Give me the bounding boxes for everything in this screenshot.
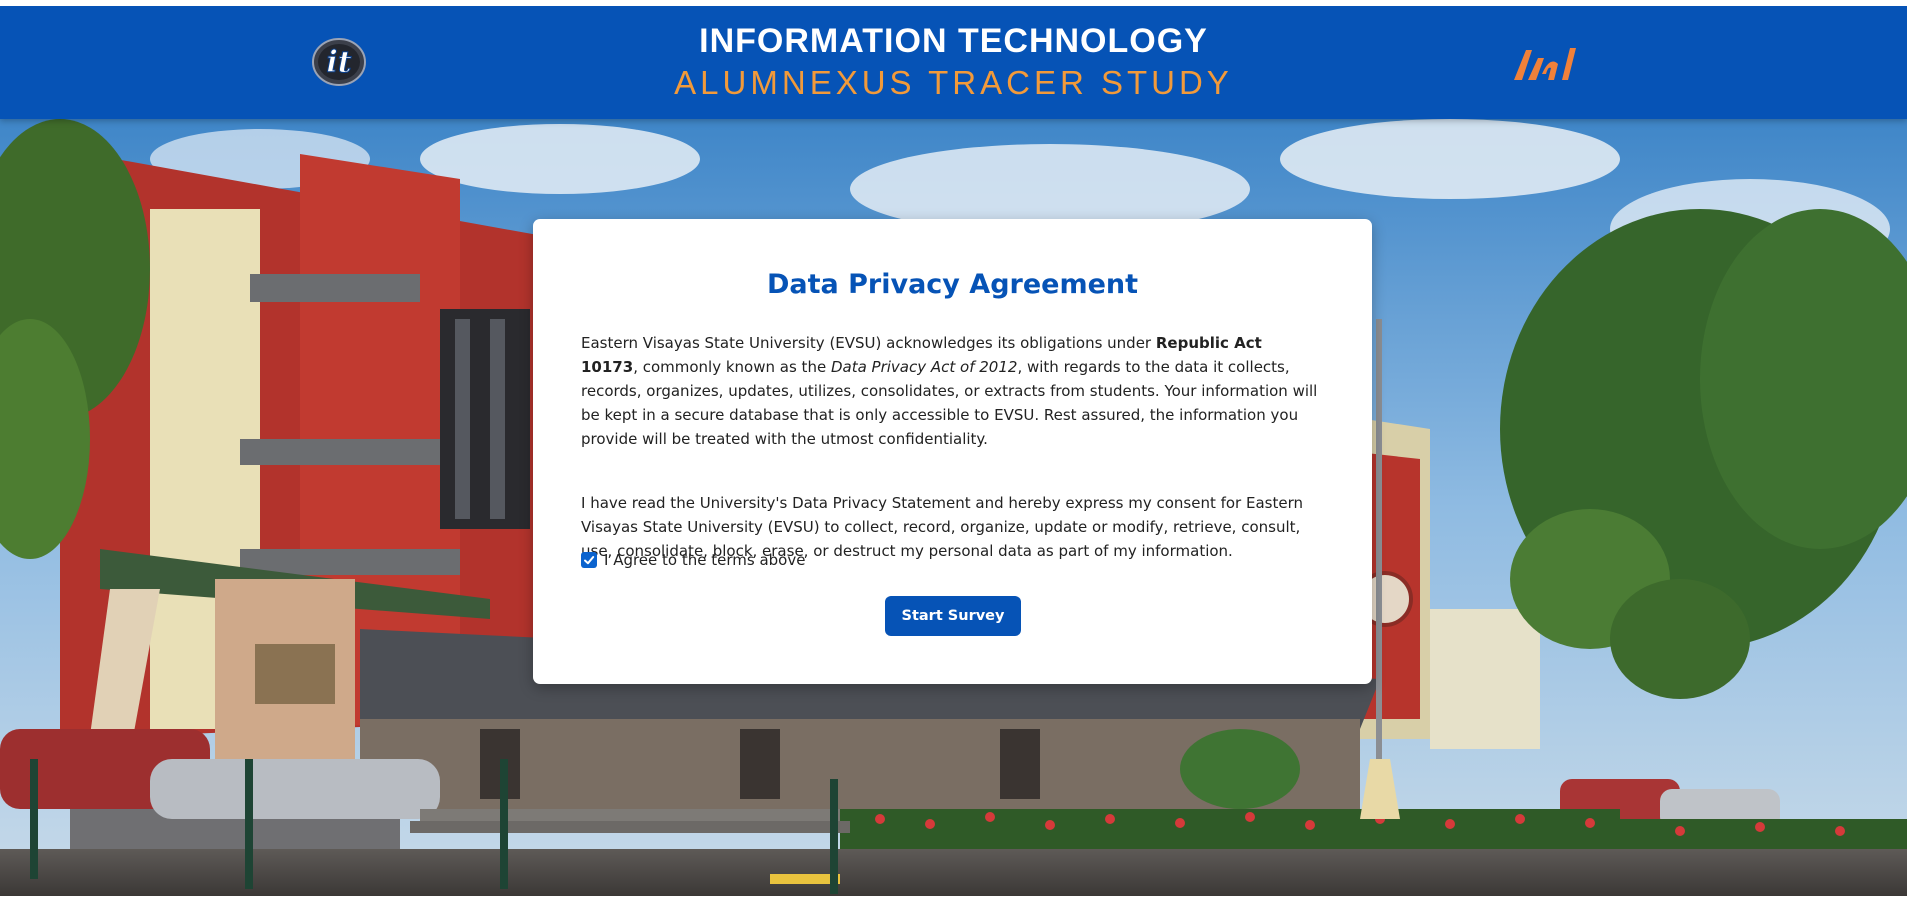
alumnexus-logo-icon [1512,44,1580,84]
header-bar: it INFORMATION TECHNOLOGY ALUMNEXUS TRAC… [0,6,1907,119]
privacy-act-name: Data Privacy Act of 2012 [830,358,1018,376]
paragraph-1-text-a: Eastern Visayas State University (EVSU) … [581,334,1156,352]
privacy-paragraph-1: Eastern Visayas State University (EVSU) … [581,331,1323,451]
start-survey-button[interactable]: Start Survey [885,596,1021,636]
agree-checkbox-row[interactable]: I Agree to the terms above [581,551,805,569]
paragraph-1-text-b: , commonly known as the [633,358,831,376]
privacy-agreement-card: Data Privacy Agreement Eastern Visayas S… [533,219,1372,684]
header-title: INFORMATION TECHNOLOGY [699,22,1208,60]
checkmark-icon [584,556,595,565]
bottom-strip [0,896,1912,901]
agree-checkbox[interactable] [581,552,597,568]
page-title: Data Privacy Agreement [766,269,1139,300]
page: it INFORMATION TECHNOLOGY ALUMNEXUS TRAC… [0,6,1907,896]
agree-checkbox-label: I Agree to the terms above [604,551,806,569]
header-subtitle: ALUMNEXUS TRACER STUDY [674,64,1233,101]
